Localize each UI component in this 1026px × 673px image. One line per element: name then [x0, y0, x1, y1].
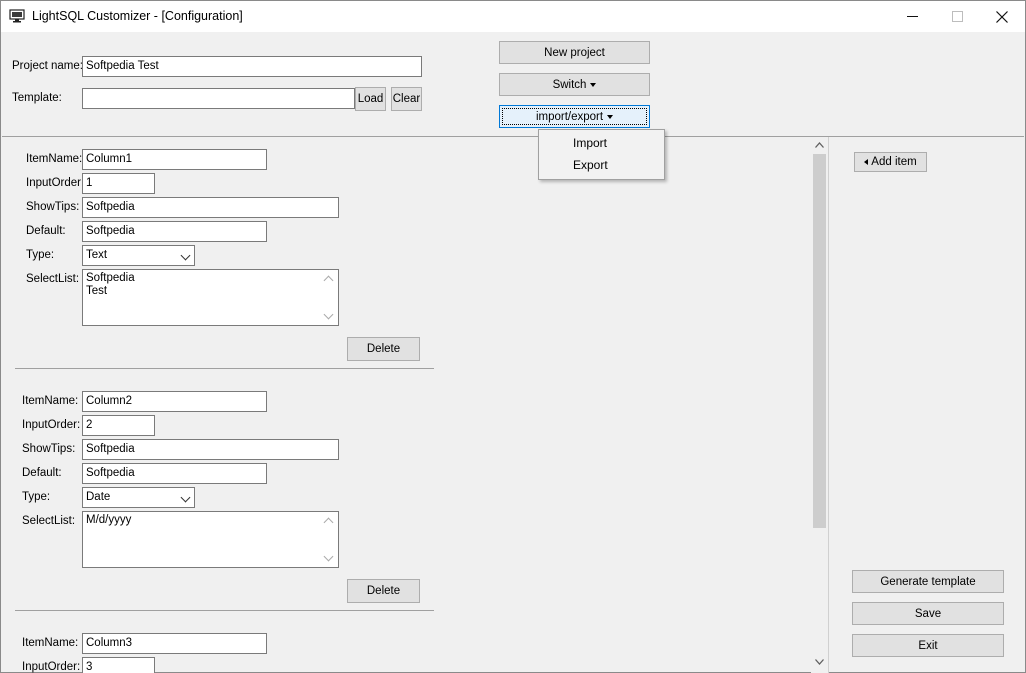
- minimize-icon: [906, 16, 918, 17]
- chevron-down-icon: [323, 309, 334, 320]
- import-export-label: import/export: [535, 110, 604, 123]
- add-item-button[interactable]: Add item: [854, 152, 927, 172]
- exit-button[interactable]: Exit: [852, 634, 1004, 657]
- default-input[interactable]: Softpedia: [82, 463, 267, 484]
- input-order-input[interactable]: 2: [82, 415, 155, 436]
- window-title: LightSQL Customizer - [Configuration]: [32, 9, 243, 23]
- switch-label: Switch: [552, 78, 587, 91]
- item-divider: [15, 368, 434, 369]
- show-tips-label: ShowTips:: [22, 443, 76, 455]
- type-value: Text: [86, 249, 108, 261]
- input-order-input[interactable]: 1: [82, 173, 155, 194]
- select-list-textarea[interactable]: M/d/yyyy: [82, 511, 339, 568]
- close-button[interactable]: [979, 1, 1025, 32]
- items-scrollbar[interactable]: [811, 137, 828, 673]
- type-select[interactable]: Date: [82, 487, 195, 508]
- textarea-scrollbar[interactable]: [322, 271, 337, 324]
- input-order-label: InputOrder:: [22, 419, 81, 431]
- chevron-down-icon: [590, 82, 597, 87]
- chevron-down-icon: [323, 551, 334, 562]
- new-project-button[interactable]: New project: [499, 41, 650, 64]
- type-label: Type:: [26, 249, 55, 261]
- scroll-thumb[interactable]: [813, 154, 826, 528]
- maximize-icon: [951, 11, 963, 22]
- clear-button[interactable]: Clear: [391, 87, 422, 111]
- template-label: Template:: [12, 92, 62, 104]
- caret-left-icon: [864, 159, 869, 165]
- item-name-label: ItemName:: [26, 153, 83, 165]
- show-tips-input[interactable]: Softpedia: [82, 197, 339, 218]
- maximize-button[interactable]: [934, 1, 980, 32]
- input-order-label: InputOrder:: [26, 177, 85, 189]
- item-divider: [15, 610, 434, 611]
- project-name-label: Project name:: [12, 60, 83, 72]
- menu-item-import[interactable]: Import: [573, 136, 607, 150]
- project-name-input[interactable]: Softpedia Test: [82, 56, 422, 77]
- select-list-line: Test: [86, 285, 108, 297]
- input-order-input[interactable]: 3: [82, 657, 155, 673]
- import-export-menu: Import Export: [538, 129, 665, 180]
- template-input[interactable]: [82, 88, 355, 109]
- select-list-label: SelectList:: [22, 515, 76, 527]
- type-select[interactable]: Text: [82, 245, 195, 266]
- default-label: Default:: [26, 225, 66, 237]
- show-tips-input[interactable]: Softpedia: [82, 439, 339, 460]
- minimize-button[interactable]: [889, 1, 935, 32]
- delete-button[interactable]: Delete: [347, 337, 420, 361]
- type-label: Type:: [22, 491, 51, 503]
- select-list-line: Softpedia: [86, 272, 135, 284]
- main-window: LightSQL Customizer - [Configuration] Pr…: [0, 0, 1026, 673]
- input-order-label: InputOrder:: [22, 661, 81, 673]
- select-list-line: M/d/yyyy: [86, 514, 132, 526]
- import-export-button[interactable]: import/export: [499, 105, 650, 128]
- show-tips-label: ShowTips:: [26, 201, 80, 213]
- chevron-down-icon: [180, 250, 191, 261]
- close-icon: [996, 10, 1008, 23]
- default-label: Default:: [22, 467, 62, 479]
- right-panel-divider: [828, 137, 829, 673]
- chevron-up-icon: [323, 517, 334, 528]
- items-panel: ItemName: Column1 InputOrder: 1 ShowTips…: [2, 137, 828, 673]
- item-name-input[interactable]: Column1: [82, 149, 267, 170]
- save-button[interactable]: Save: [852, 602, 1004, 625]
- item-name-label: ItemName:: [22, 637, 79, 649]
- title-bar: LightSQL Customizer - [Configuration]: [1, 1, 1025, 32]
- type-value: Date: [86, 491, 111, 503]
- generate-template-button[interactable]: Generate template: [852, 570, 1004, 593]
- switch-button[interactable]: Switch: [499, 73, 650, 96]
- load-button[interactable]: Load: [355, 87, 386, 111]
- item-name-input[interactable]: Column2: [82, 391, 267, 412]
- default-input[interactable]: Softpedia: [82, 221, 267, 242]
- chevron-down-icon: [180, 492, 191, 503]
- select-list-textarea[interactable]: Softpedia Test: [82, 269, 339, 326]
- add-item-label: Add item: [871, 156, 917, 168]
- scroll-down-icon[interactable]: [815, 658, 824, 667]
- textarea-scrollbar[interactable]: [322, 513, 337, 566]
- chevron-down-icon: [607, 114, 614, 119]
- delete-button[interactable]: Delete: [347, 579, 420, 603]
- item-name-label: ItemName:: [22, 395, 79, 407]
- item-name-input[interactable]: Column3: [82, 633, 267, 654]
- menu-item-export[interactable]: Export: [573, 158, 608, 172]
- chevron-up-icon: [323, 275, 334, 286]
- scroll-up-icon[interactable]: [815, 141, 824, 150]
- monitor-icon: [9, 9, 25, 23]
- select-list-label: SelectList:: [26, 273, 80, 285]
